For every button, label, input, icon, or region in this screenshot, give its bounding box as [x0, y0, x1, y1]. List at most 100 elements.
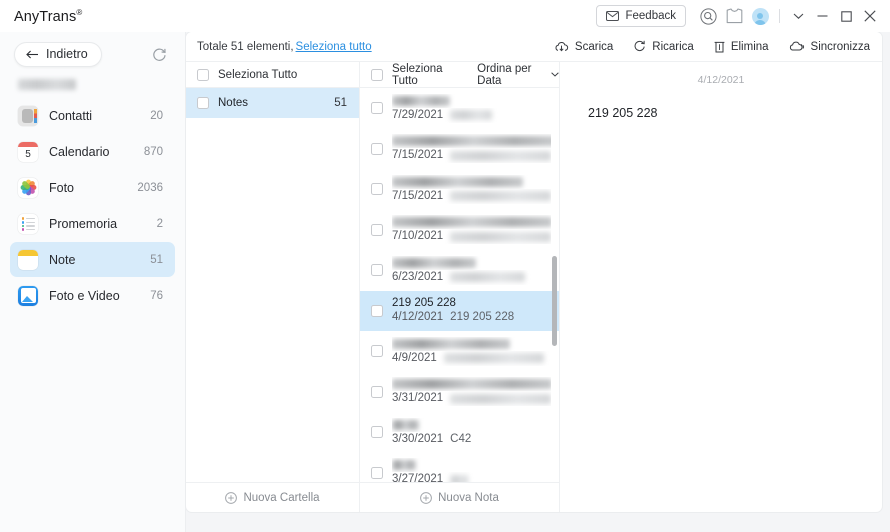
- note-row-body: 7/15/2021: [392, 134, 551, 163]
- note-checkbox[interactable]: [371, 345, 383, 358]
- refresh-icon[interactable]: [147, 42, 171, 66]
- note-date: 3/31/2021: [392, 392, 444, 405]
- back-button[interactable]: Indietro: [14, 41, 102, 67]
- new-note-button[interactable]: Nuova Nota: [360, 482, 559, 512]
- note-row-body: 3/31/2021: [392, 377, 551, 406]
- calendar-day: 5: [25, 148, 31, 160]
- note-row[interactable]: 3/30/2021 C42: [360, 412, 559, 453]
- close-icon[interactable]: [858, 4, 882, 28]
- note-detail-date: 4/12/2021: [697, 74, 745, 86]
- avatar[interactable]: [747, 4, 773, 28]
- chevron-down-icon: [551, 72, 559, 77]
- note-title: 219 205 228: [392, 297, 456, 310]
- note-row[interactable]: 7/29/2021: [360, 88, 559, 129]
- sidebar-item-count: 870: [143, 145, 163, 158]
- sidebar-item-contatti[interactable]: Contatti 20: [10, 98, 175, 133]
- note-row[interactable]: 4/9/2021: [360, 331, 559, 372]
- anytrans-window: AnyTrans® Feedback Indietro Contatti 20 …: [0, 0, 890, 532]
- note-checkbox[interactable]: [371, 102, 383, 115]
- note-subtitle: 3/31/2021: [392, 391, 551, 406]
- note-row-body: 3/30/2021 C42: [392, 418, 551, 447]
- reload-label: Ricarica: [652, 40, 694, 53]
- sidebar-item-foto-e-video[interactable]: Foto e Video 76: [10, 278, 175, 313]
- maximize-icon[interactable]: [834, 4, 858, 28]
- folder-name: Notes: [218, 97, 249, 109]
- minimize-icon[interactable]: [810, 4, 834, 28]
- select-all-link[interactable]: Seleziona tutto: [296, 41, 372, 53]
- note-row[interactable]: 219 205 228 4/12/2021 219 205 228: [360, 290, 559, 331]
- sidebar-item-label: Foto e Video: [49, 288, 120, 303]
- toolbar-actions: Scarica Ricarica Elimina Sincronizza: [554, 40, 870, 53]
- sidebar-item-count: 2: [156, 217, 163, 230]
- contacts-icon: [18, 105, 38, 126]
- note-row[interactable]: 3/31/2021: [360, 372, 559, 413]
- note-row[interactable]: 7/15/2021: [360, 169, 559, 210]
- note-title-redacted: [392, 176, 523, 187]
- note-row[interactable]: 7/10/2021: [360, 210, 559, 251]
- folder-checkbox[interactable]: [197, 97, 209, 109]
- search-icon[interactable]: [695, 4, 721, 28]
- note-subtitle: 7/10/2021: [392, 229, 551, 244]
- new-folder-button[interactable]: Nuova Cartella: [186, 482, 359, 512]
- download-button[interactable]: Scarica: [554, 41, 613, 53]
- note-row[interactable]: 7/15/2021: [360, 129, 559, 170]
- delete-button[interactable]: Elimina: [714, 40, 769, 53]
- note-title-redacted: [392, 95, 450, 106]
- sidebar-item-promemoria[interactable]: Promemoria 2: [10, 206, 175, 241]
- titlebar-divider: [779, 9, 780, 23]
- notes-column: Seleziona Tutto Ordina per Data 7/29/202…: [360, 62, 560, 512]
- note-title: [392, 134, 551, 148]
- note-checkbox[interactable]: [371, 142, 383, 155]
- sync-cloud-icon: [789, 41, 805, 52]
- calendar-icon: 5: [18, 141, 38, 162]
- sort-dropdown[interactable]: Ordina per Data: [477, 63, 559, 87]
- note-checkbox[interactable]: [371, 466, 383, 479]
- plus-circle-icon: [225, 491, 238, 504]
- note-list-scrollbar[interactable]: [552, 256, 557, 346]
- sidebar-item-foto[interactable]: Foto 2036: [10, 170, 175, 205]
- sidebar-item-calendario[interactable]: 5 Calendario 870: [10, 134, 175, 169]
- device-name-redacted: [18, 79, 76, 90]
- chevron-down-icon[interactable]: [786, 4, 810, 28]
- folder-row[interactable]: Notes 51: [186, 88, 359, 118]
- note-row-body: 7/15/2021: [392, 175, 551, 204]
- sidebar-item-note[interactable]: Note 51: [10, 242, 175, 277]
- note-checkbox[interactable]: [371, 426, 383, 439]
- note-preview-redacted: [450, 110, 493, 121]
- note-checkbox[interactable]: [371, 223, 383, 236]
- sync-button[interactable]: Sincronizza: [789, 41, 870, 53]
- note-list[interactable]: 7/29/2021 7/15/2021 7/15/2021 7/10/2021 6/23…: [360, 88, 559, 482]
- note-date: 3/27/2021: [392, 473, 444, 482]
- note-checkbox[interactable]: [371, 264, 383, 277]
- total-items-label: Totale 51 elementi,: [197, 40, 294, 53]
- feedback-button[interactable]: Feedback: [596, 5, 686, 27]
- note-title-redacted: [392, 136, 551, 147]
- folders-select-all-checkbox[interactable]: [197, 68, 209, 81]
- sidebar-item-label: Calendario: [49, 144, 110, 159]
- note-date: 4/12/2021: [392, 311, 444, 324]
- envelope-icon: [606, 11, 620, 21]
- note-detail-body: 219 205 228: [588, 106, 658, 120]
- note-row-body: 4/9/2021: [392, 337, 551, 366]
- sidebar-item-count: 76: [150, 289, 163, 302]
- note-date: 7/29/2021: [392, 108, 444, 121]
- note-checkbox[interactable]: [371, 385, 383, 398]
- notes-select-all-checkbox[interactable]: [371, 68, 383, 81]
- shirt-icon[interactable]: [721, 4, 747, 28]
- notes-select-all-label: Seleziona Tutto: [392, 62, 443, 87]
- columns: Seleziona Tutto Notes 51 Nuova Cartella …: [186, 62, 882, 512]
- note-title: [392, 215, 551, 229]
- note-title: [392, 458, 551, 472]
- note-row[interactable]: 6/23/2021: [360, 250, 559, 291]
- reload-button[interactable]: Ricarica: [633, 40, 694, 53]
- note-row[interactable]: 3/27/2021: [360, 453, 559, 482]
- sidebar-item-label: Contatti: [49, 108, 93, 123]
- content-toolbar: Totale 51 elementi, Seleziona tutto Scar…: [186, 32, 882, 62]
- note-title-redacted: [392, 379, 551, 390]
- note-checkbox[interactable]: [371, 304, 383, 317]
- titlebar-controls: Feedback: [596, 4, 882, 28]
- note-preview-redacted: [450, 272, 526, 283]
- plus-circle-icon: [420, 491, 433, 504]
- note-subtitle: 4/9/2021: [392, 351, 551, 366]
- note-checkbox[interactable]: [371, 183, 383, 196]
